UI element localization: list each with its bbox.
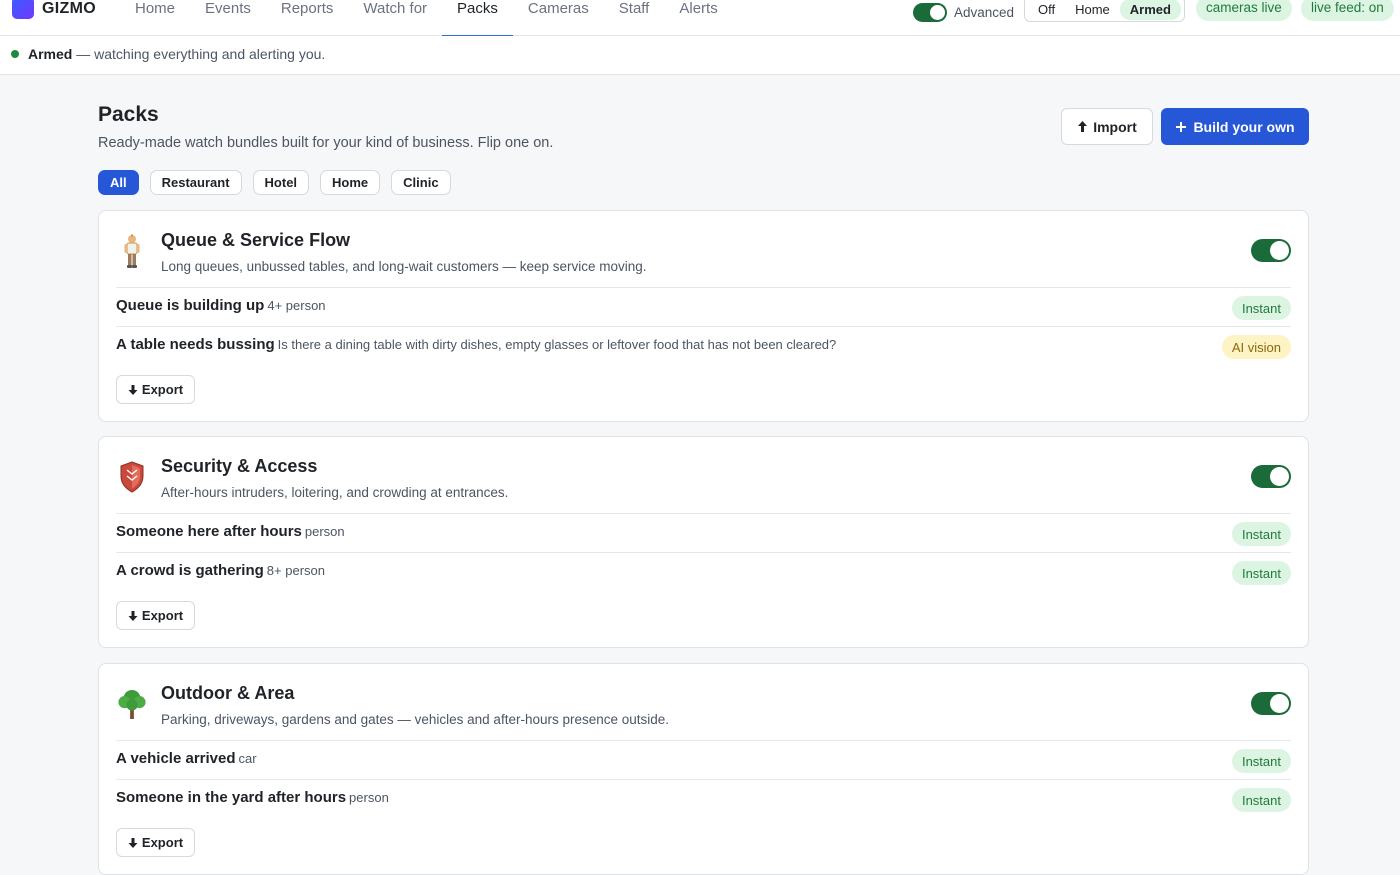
- mode-armed[interactable]: Armed: [1119, 0, 1181, 20]
- import-button[interactable]: Import: [1061, 108, 1153, 145]
- rule-name: A table needs bussing: [116, 336, 275, 353]
- nav-events[interactable]: Events: [190, 0, 266, 36]
- nav-cameras[interactable]: Cameras: [513, 0, 604, 36]
- cameras-live-pill[interactable]: cameras live: [1196, 0, 1292, 21]
- person-standing-icon: [117, 233, 147, 269]
- mode-off[interactable]: Off: [1028, 0, 1065, 20]
- app-logo: [12, 0, 34, 19]
- arm-mode-selector: Off Home Armed: [1024, 0, 1185, 22]
- nav-staff[interactable]: Staff: [604, 0, 665, 36]
- pack-card-outdoor-area: Outdoor & Area Parking, driveways, garde…: [98, 663, 1309, 875]
- pack-description: After-hours intruders, loitering, and cr…: [161, 485, 509, 500]
- rule-hint: person: [304, 524, 345, 539]
- nav-packs[interactable]: Packs: [442, 0, 513, 37]
- build-label: Build your own: [1193, 118, 1295, 135]
- rule-name: Queue is building up: [116, 297, 265, 314]
- arrow-down-icon: [128, 610, 138, 621]
- page-subtitle: Ready-made watch bundles built for your …: [98, 135, 554, 151]
- shield-icon: [117, 459, 147, 495]
- pack-card-queue-service: Queue & Service Flow Long queues, unbuss…: [98, 210, 1309, 422]
- arrow-up-icon: [1078, 121, 1088, 132]
- status-dot: [11, 50, 19, 58]
- filter-home[interactable]: Home: [320, 170, 381, 195]
- rule-row[interactable]: A crowd is gathering 8+ person Instant: [116, 552, 1291, 591]
- pack-title: Outdoor & Area: [161, 683, 295, 703]
- advanced-label: Advanced: [954, 5, 1015, 20]
- rule-badge-instant: Instant: [1231, 522, 1291, 546]
- rule-hint: 8+ person: [266, 563, 325, 578]
- status-state: Armed: [28, 46, 73, 62]
- top-nav-bar: GIZMO Home Events Reports Watch for Pack…: [0, 0, 1400, 37]
- rule-hint: car: [238, 751, 257, 766]
- rule-name: A vehicle arrived: [116, 750, 236, 767]
- rule-row[interactable]: Someone here after hours person Instant: [116, 513, 1291, 552]
- rule-row[interactable]: A table needs bussing Is there a dining t…: [116, 326, 1291, 365]
- status-message: — watching everything and alerting you.: [72, 46, 326, 62]
- rule-badge-instant: Instant: [1231, 561, 1291, 585]
- main-nav: Home Events Reports Watch for Packs Came…: [120, 0, 733, 37]
- rule-badge-ai-vision: AI vision: [1221, 335, 1291, 359]
- export-button[interactable]: Export: [116, 601, 195, 630]
- build-your-own-button[interactable]: Build your own: [1161, 108, 1309, 145]
- pack-title: Queue & Service Flow: [161, 230, 351, 250]
- rule-name: Someone in the yard after hours: [116, 789, 347, 806]
- nav-watch-for[interactable]: Watch for: [348, 0, 442, 36]
- plus-icon: [1176, 121, 1187, 132]
- live-feed-pill[interactable]: live feed: on: [1301, 0, 1394, 21]
- rule-name: Someone here after hours: [116, 523, 302, 540]
- nav-alerts[interactable]: Alerts: [664, 0, 732, 36]
- arrow-down-icon: [128, 384, 138, 395]
- rule-name: A crowd is gathering: [116, 562, 264, 579]
- status-bar: Armed — watching everything and alerting…: [0, 36, 1400, 75]
- rule-row[interactable]: Queue is building up 4+ person Instant: [116, 287, 1291, 326]
- page-title: Packs: [98, 103, 159, 126]
- nav-reports[interactable]: Reports: [266, 0, 349, 36]
- export-label: Export: [141, 382, 184, 397]
- pack-description: Parking, driveways, gardens and gates — …: [161, 712, 670, 727]
- status-text: Armed — watching everything and alerting…: [28, 46, 325, 62]
- filter-all[interactable]: All: [98, 170, 139, 195]
- rule-hint: Is there a dining table with dirty dishe…: [277, 337, 837, 352]
- mode-home[interactable]: Home: [1065, 0, 1120, 20]
- nav-home[interactable]: Home: [120, 0, 190, 36]
- pack-title: Security & Access: [161, 456, 318, 476]
- advanced-toggle[interactable]: [913, 3, 947, 22]
- export-label: Export: [141, 835, 184, 850]
- advanced-control: Advanced: [913, 3, 1014, 22]
- arrow-down-icon: [128, 837, 138, 848]
- tree-icon: [117, 686, 147, 722]
- filter-clinic[interactable]: Clinic: [391, 170, 451, 195]
- pack-description: Long queues, unbussed tables, and long-w…: [161, 259, 647, 274]
- import-label: Import: [1093, 118, 1137, 135]
- rule-hint: person: [349, 790, 389, 805]
- filter-restaurant[interactable]: Restaurant: [149, 170, 242, 195]
- rule-hint: 4+ person: [267, 298, 326, 313]
- rule-row[interactable]: Someone in the yard after hours person In…: [116, 779, 1291, 818]
- pack-enable-toggle[interactable]: [1251, 465, 1291, 488]
- pack-enable-toggle[interactable]: [1251, 692, 1291, 715]
- rule-badge-instant: Instant: [1231, 788, 1291, 812]
- pack-enable-toggle[interactable]: [1251, 239, 1291, 262]
- pack-card-security-access: Security & Access After-hours intruders,…: [98, 436, 1309, 648]
- export-button[interactable]: Export: [116, 828, 195, 857]
- brand-name: GIZMO: [42, 0, 96, 17]
- pack-filters: All Restaurant Hotel Home Clinic: [98, 170, 451, 195]
- rule-row[interactable]: A vehicle arrived car Instant: [116, 740, 1291, 779]
- export-button[interactable]: Export: [116, 375, 195, 404]
- rule-badge-instant: Instant: [1231, 296, 1291, 320]
- export-label: Export: [141, 608, 184, 623]
- filter-hotel[interactable]: Hotel: [252, 170, 310, 195]
- rule-badge-instant: Instant: [1231, 749, 1291, 773]
